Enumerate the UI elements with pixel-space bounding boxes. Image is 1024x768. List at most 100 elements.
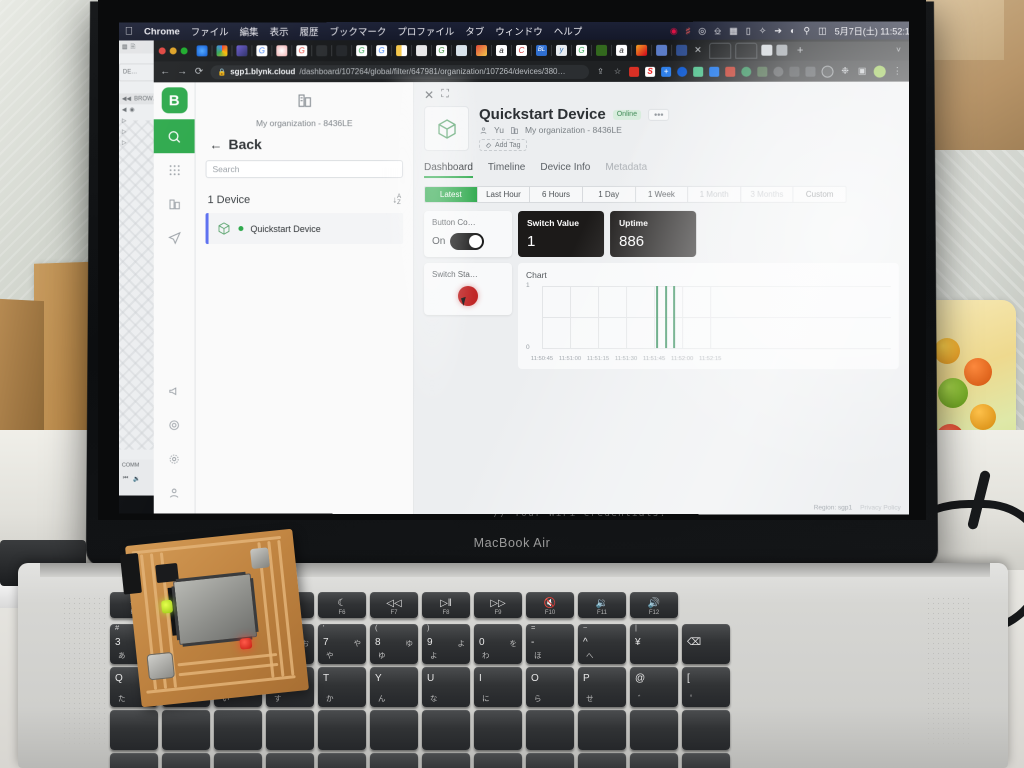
tab-timeline[interactable]: Timeline [488,161,525,177]
key-blank[interactable] [578,710,626,750]
close-tab-icon[interactable]: ✕ [694,45,702,56]
tab-metadata[interactable]: Metadata [605,161,647,177]
macos-menubar[interactable]:  Chrome ファイル 編集 表示 履歴 ブックマーク プロファイル タブ … [118,21,909,41]
tab-favicon[interactable]: C [515,44,528,56]
tab-favicon[interactable] [476,45,488,57]
key-T[interactable]: Tか [318,667,366,707]
key-F9[interactable]: ▷▷ F9 [474,592,522,618]
tactile-button[interactable] [146,651,176,681]
back-icon[interactable]: ← [160,66,171,77]
extension-icon[interactable]: S [645,66,656,77]
sidebar-item-support[interactable] [154,408,195,442]
key-U[interactable]: Uな [422,667,470,707]
menubar-datetime[interactable]: 5月7日(土) 11:52:12 [835,24,909,37]
key-F12[interactable]: 🔊 F12 [630,592,678,618]
tab-favicon[interactable] [416,45,428,57]
grammarly-icon[interactable]: ◉ [670,25,678,36]
add-tag-button[interactable]: Add Tag [479,138,527,152]
key-blank[interactable] [318,710,366,750]
range-custom[interactable]: Custom [793,186,846,202]
tab-favicon[interactable] [456,45,468,57]
range-latest[interactable]: Latest [425,186,478,202]
file-icon[interactable]: 🗎 [131,42,136,52]
key-blank[interactable] [370,753,418,768]
menu-help[interactable]: ヘルプ [554,24,583,38]
tab-favicon[interactable] [760,44,772,56]
sidebar-item-settings[interactable] [154,442,195,476]
tab-favicon[interactable] [336,45,348,57]
key-blank[interactable] [370,710,418,750]
range-1-day[interactable]: 1 Day [582,186,636,202]
tasks-icon[interactable]: ♯ [686,26,691,36]
key-[[interactable]: [゜ [682,667,730,707]
tab-favicon[interactable] [656,44,668,56]
key-⌫[interactable]: ⌫ [682,624,730,664]
key-8[interactable]: (8 ゆゆ [370,624,418,664]
blynk-logo[interactable]: B [161,87,188,114]
record-icon[interactable]: ◎ [698,25,706,36]
spotlight-search-icon[interactable]: ⚲ [803,25,810,36]
tab-favicon[interactable] [236,45,248,57]
tab-dashboard[interactable]: Dashboard [424,161,473,178]
range-1-week[interactable]: 1 Week [635,186,689,202]
tab-favicon-google[interactable]: G [576,44,588,56]
chrome-omnibar[interactable]: ← → ⟳ 🔒 sgp1.blynk.cloud/dashboard/10726… [153,60,909,83]
menu-history[interactable]: 履歴 [299,24,318,38]
search-input[interactable]: Search [205,160,404,179]
tab-favicon[interactable] [775,44,787,56]
range-6-hours[interactable]: 6 Hours [530,186,583,202]
list-item[interactable]: Quickstart Device [205,213,404,245]
sidebar-item-devices[interactable] [154,153,195,187]
airplay-icon[interactable]: ➔ [774,25,782,36]
menu-profiles[interactable]: プロファイル [397,24,454,38]
tab-search-chevron-down-icon[interactable]: ˅ [896,46,901,55]
tab-favicon[interactable]: y [556,44,568,56]
close-icon[interactable]: ✕ [424,88,434,102]
key-blank[interactable] [526,710,574,750]
share-icon[interactable]: ⇪ [595,67,606,76]
bluetooth-icon[interactable]: ✧ [759,25,767,36]
extension-icon[interactable] [789,66,800,77]
key-blank[interactable] [474,753,522,768]
extension-icon[interactable]: + [661,66,672,77]
tab-favicon-google[interactable]: G [356,45,368,57]
tab-favicon[interactable] [636,44,648,56]
extension-icon[interactable] [677,66,688,77]
tab-inactive[interactable] [708,42,731,59]
window-traffic-lights[interactable] [158,47,188,55]
more-options-button[interactable]: ••• [648,108,670,121]
menu-window[interactable]: ウィンドウ [495,24,543,38]
key-¥[interactable]: | ¥ [630,624,678,664]
tab-favicon[interactable] [396,45,408,57]
extensions-puzzle-icon[interactable]: ❉ [840,66,851,77]
key-blank[interactable] [214,710,262,750]
menu-file[interactable]: ファイル [191,24,229,38]
wifi-icon[interactable]: ◐ [790,26,795,36]
new-tab-button[interactable]: + [797,44,803,56]
key-7[interactable]: ' 7 やや [318,624,366,664]
key-blank[interactable] [110,710,158,750]
sidebar-item-account[interactable] [154,476,195,514]
range-last-hour[interactable]: Last Hour [477,186,531,202]
extension-icon[interactable] [709,66,720,77]
tab-favicon-google[interactable]: G [296,45,308,57]
tab-favicon[interactable]: BL [536,44,548,56]
key-O[interactable]: Oら [526,667,574,707]
key-@[interactable]: @ ゛ [630,667,678,707]
sidebar-item-automations[interactable] [154,221,195,255]
address-bar[interactable]: 🔒 sgp1.blynk.cloud/dashboard/107264/glob… [210,64,590,79]
key-blank[interactable] [630,753,678,768]
back-button[interactable]: ← Back [210,136,404,152]
key-0[interactable]: 0 をわ [474,624,522,664]
bookmark-star-icon[interactable]: ☆ [612,67,623,76]
key-F8[interactable]: ▷‖ F8 [422,592,470,618]
tab-favicon[interactable] [276,45,288,57]
tactile-button[interactable] [249,547,270,570]
sidebar-item-search[interactable] [153,119,195,154]
side-panel-icon[interactable]: ▣ [857,66,868,77]
sort-az-icon[interactable]: ↓A Z [393,194,402,206]
maximize-window-button[interactable] [180,47,188,55]
prev-icon[interactable]: ◀◀ [122,95,131,102]
apple-menu-icon[interactable]:  [125,26,133,38]
menu-bookmarks[interactable]: ブックマーク [329,24,386,38]
